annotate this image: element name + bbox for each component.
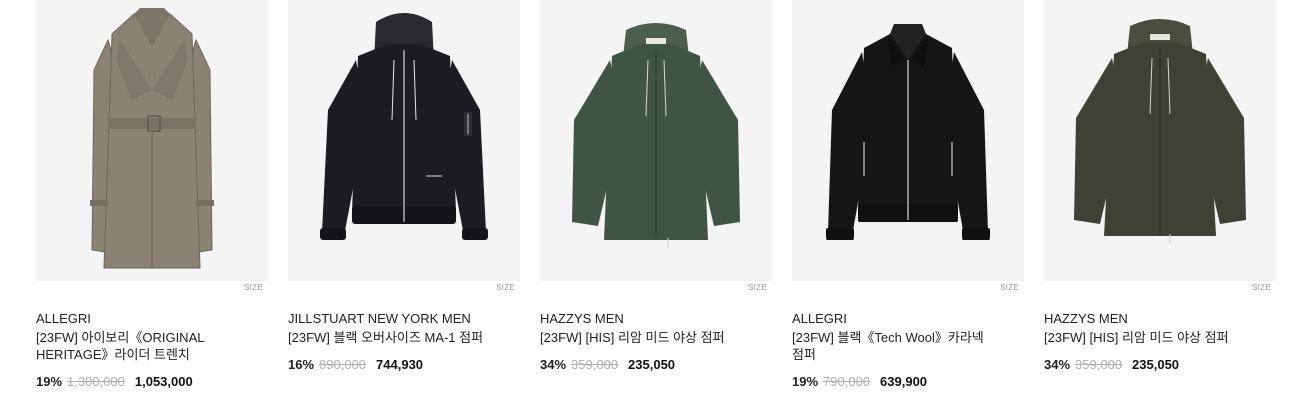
product-name[interactable]: [23FW] [HIS] 리암 미드 야상 점퍼 [1044, 329, 1276, 346]
product-brand[interactable]: JILLSTUART NEW YORK MEN [288, 311, 520, 327]
size-label[interactable]: SIZE [1044, 282, 1276, 294]
price-row: 19% 790,000 639,900 [792, 374, 1024, 390]
price-row: 19% 1,300,000 1,053,000 [36, 374, 268, 390]
original-price: 359,000 [1075, 357, 1123, 372]
product-grid: SIZE ALLEGRI [23FW] 아이보리《ORIGINAL HERITA… [36, 0, 1276, 390]
discount-rate: 34% [540, 357, 567, 372]
product-image[interactable] [1044, 0, 1276, 281]
discount-rate: 34% [1044, 357, 1071, 372]
original-price: 1,300,000 [67, 374, 125, 389]
product-brand[interactable]: ALLEGRI [792, 311, 1024, 327]
size-label[interactable]: SIZE [36, 282, 268, 294]
product-card[interactable]: SIZE ALLEGRI [23FW] 블랙《Tech Wool》카라넥 점퍼 … [792, 0, 1024, 390]
product-image[interactable] [288, 0, 520, 281]
size-label[interactable]: SIZE [540, 282, 772, 294]
product-card[interactable]: SIZE HAZZYS MEN [23FW] [HIS] 리암 미드 야상 점퍼… [540, 0, 772, 390]
product-image[interactable] [792, 0, 1024, 281]
original-price: 359,000 [571, 357, 619, 372]
product-image[interactable] [540, 0, 772, 281]
product-name[interactable]: [23FW] 아이보리《ORIGINAL HERITAGE》라이더 트렌치 [36, 329, 268, 363]
product-card[interactable]: SIZE ALLEGRI [23FW] 아이보리《ORIGINAL HERITA… [36, 0, 268, 390]
product-name[interactable]: [23FW] [HIS] 리암 미드 야상 점퍼 [540, 329, 772, 346]
size-label[interactable]: SIZE [288, 282, 520, 294]
sale-price: 1,053,000 [134, 374, 193, 389]
sale-price: 639,900 [880, 374, 928, 389]
price-row: 16% 890,000 744,930 [288, 357, 520, 373]
discount-rate: 19% [36, 374, 63, 389]
product-name[interactable]: [23FW] 블랙《Tech Wool》카라넥 점퍼 [792, 329, 1024, 363]
product-name[interactable]: [23FW] 블랙 오버사이즈 MA-1 점퍼 [288, 329, 520, 346]
price-row: 34% 359,000 235,050 [540, 357, 772, 373]
product-card[interactable]: SIZE JILLSTUART NEW YORK MEN [23FW] 블랙 오… [288, 0, 520, 390]
sale-price: 744,930 [376, 357, 424, 372]
product-brand[interactable]: HAZZYS MEN [1044, 311, 1276, 327]
sale-price: 235,050 [628, 357, 676, 372]
discount-rate: 19% [792, 374, 819, 389]
discount-rate: 16% [288, 357, 315, 372]
size-label[interactable]: SIZE [792, 282, 1024, 294]
product-card[interactable]: SIZE HAZZYS MEN [23FW] [HIS] 리암 미드 야상 점퍼… [1044, 0, 1276, 390]
sale-price: 235,050 [1132, 357, 1180, 372]
product-brand[interactable]: ALLEGRI [36, 311, 268, 327]
original-price: 890,000 [319, 357, 367, 372]
price-row: 34% 359,000 235,050 [1044, 357, 1276, 373]
product-image[interactable] [36, 0, 268, 281]
original-price: 790,000 [823, 374, 871, 389]
product-brand[interactable]: HAZZYS MEN [540, 311, 772, 327]
